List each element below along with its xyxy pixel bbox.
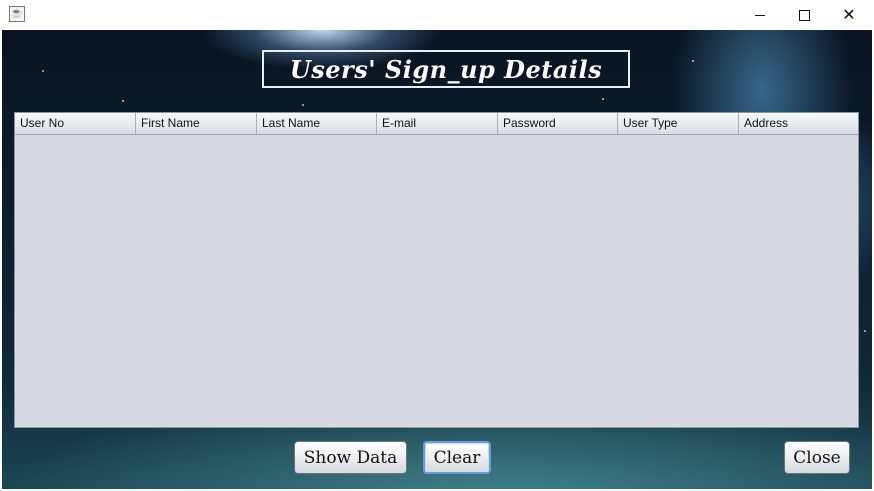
show-data-button[interactable]: Show Data [294, 441, 407, 474]
column-header-password[interactable]: Password [498, 113, 618, 134]
minimize-button[interactable] [737, 0, 783, 30]
column-header-user-no[interactable]: User No [15, 113, 136, 134]
table-header: User No First Name Last Name E-mail Pass… [15, 113, 858, 135]
star-decoration [692, 60, 694, 62]
minimize-icon [755, 14, 765, 16]
column-header-last-name[interactable]: Last Name [257, 113, 377, 134]
star-decoration [864, 330, 866, 332]
column-header-user-type[interactable]: User Type [618, 113, 739, 134]
page-title: Users' Sign_up Details [289, 54, 603, 84]
column-header-address[interactable]: Address [739, 113, 858, 134]
star-decoration [302, 104, 304, 106]
java-cup-icon: ☕ [9, 6, 25, 22]
users-table[interactable]: User No First Name Last Name E-mail Pass… [14, 112, 859, 428]
content-panel: Users' Sign_up Details User No First Nam… [2, 30, 872, 489]
maximize-button[interactable] [781, 0, 827, 30]
window-close-button[interactable]: ✕ [826, 0, 872, 30]
column-header-first-name[interactable]: First Name [136, 113, 257, 134]
close-icon: ✕ [842, 5, 856, 24]
window-titlebar[interactable]: ☕ ✕ [0, 0, 874, 30]
table-body[interactable] [15, 135, 858, 427]
clear-button[interactable]: Clear [423, 441, 491, 474]
page-title-frame: Users' Sign_up Details [262, 50, 630, 88]
star-decoration [42, 70, 44, 72]
star-decoration [122, 100, 124, 102]
maximize-icon [798, 9, 810, 21]
close-button[interactable]: Close [784, 441, 850, 474]
column-header-email[interactable]: E-mail [377, 113, 498, 134]
star-decoration [602, 98, 604, 100]
